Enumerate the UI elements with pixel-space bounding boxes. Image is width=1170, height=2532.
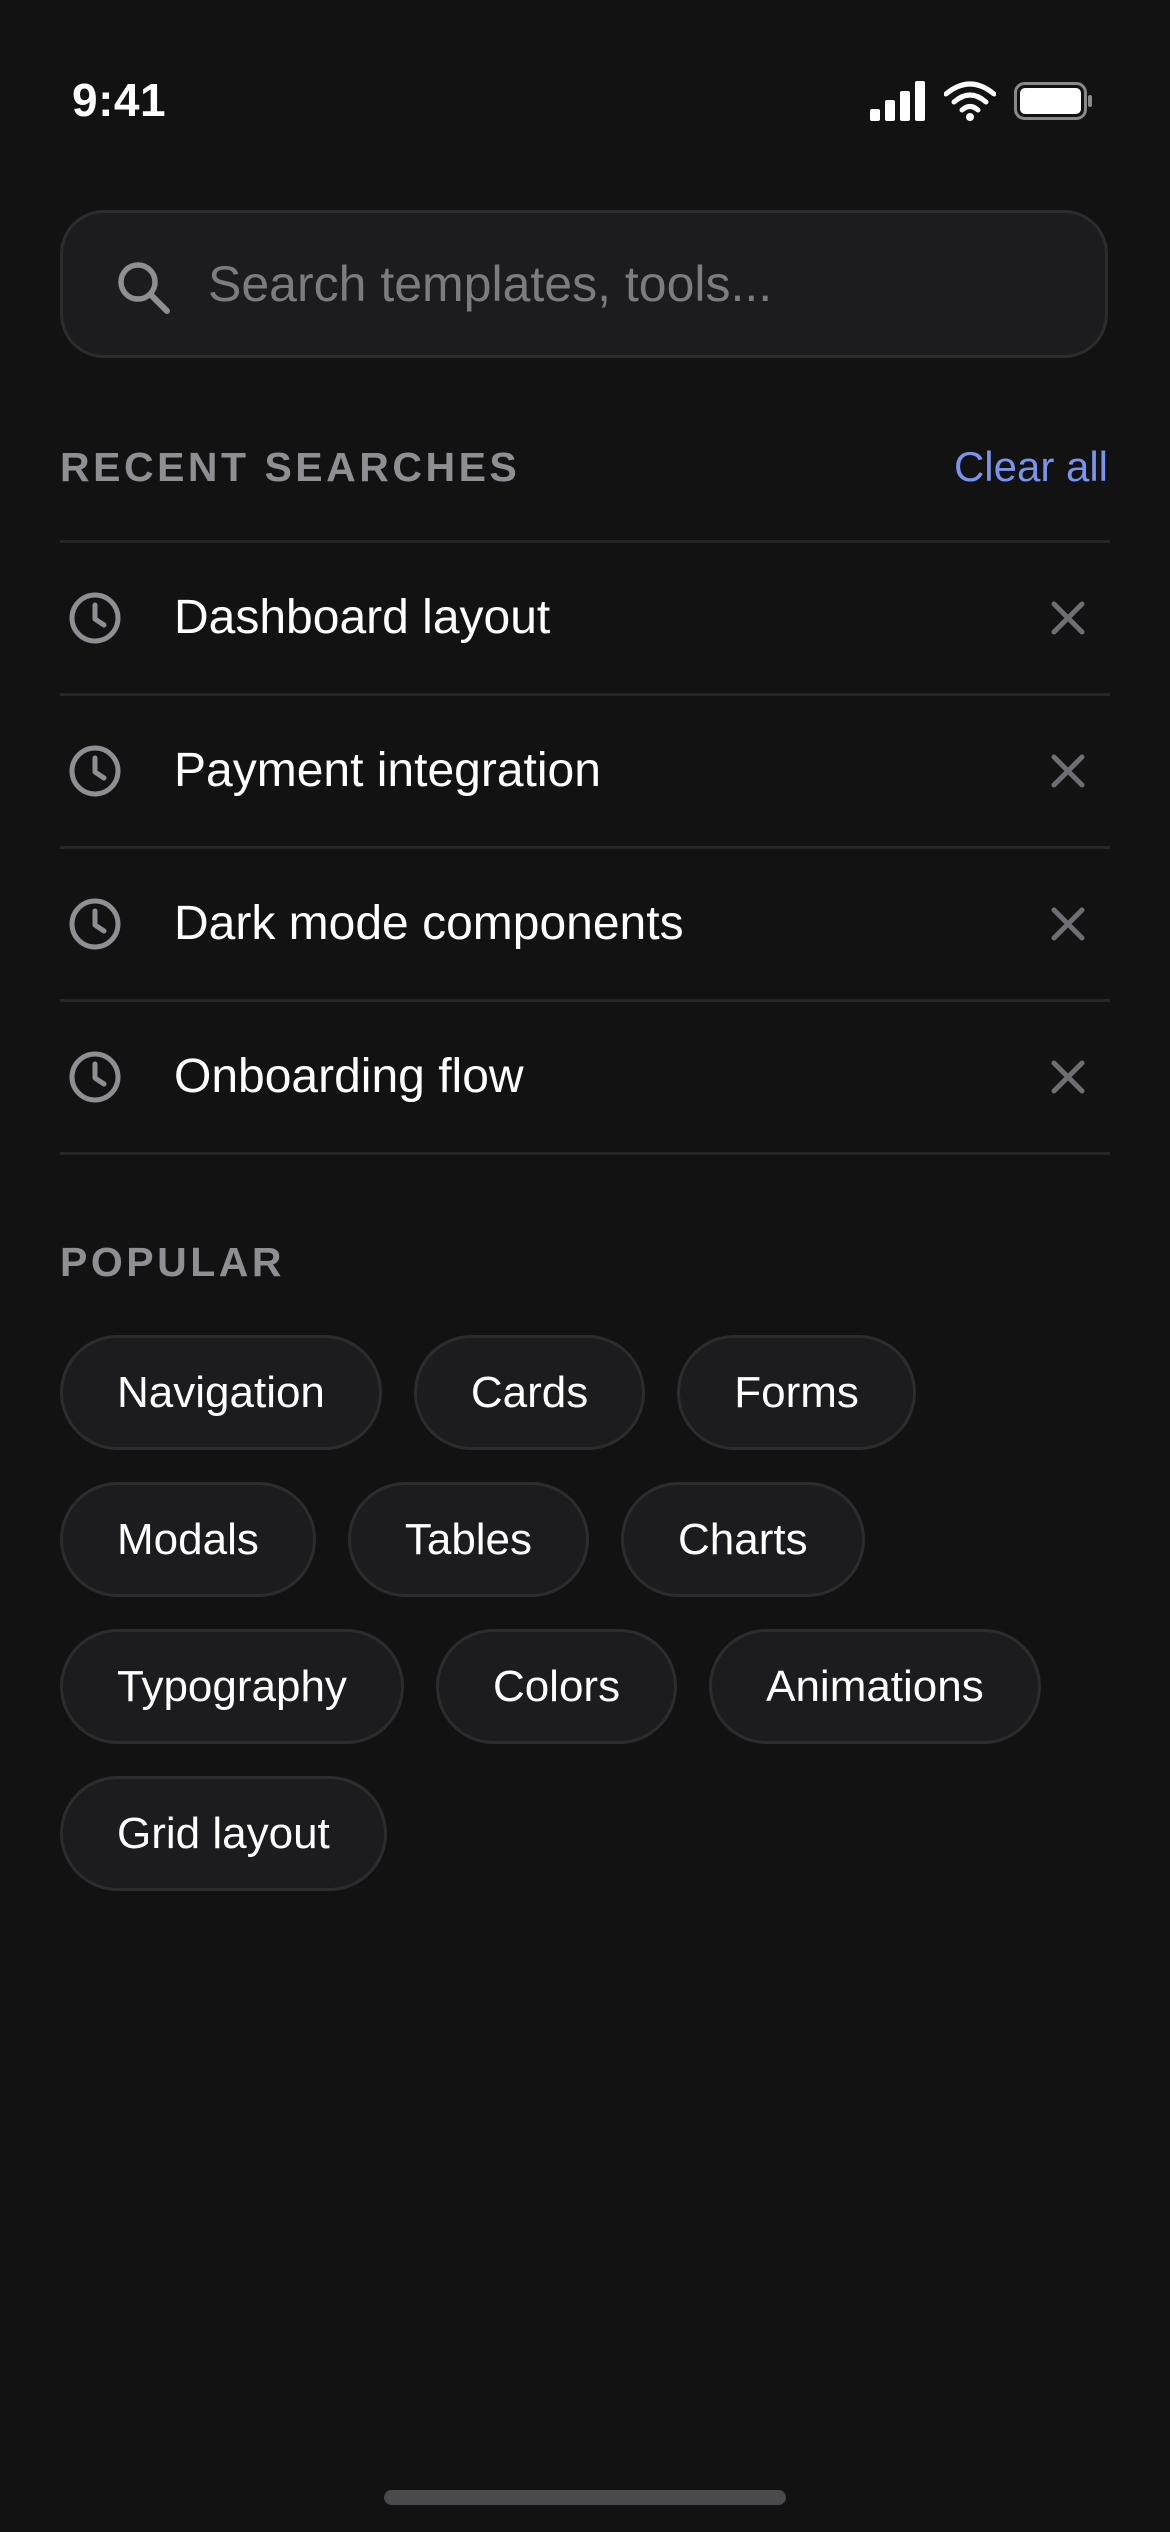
recent-search-item[interactable]: Dashboard layout — [60, 543, 1110, 696]
close-icon[interactable] — [1040, 590, 1096, 646]
search-screen: 9:41 Search templates, tools... RECENT S… — [0, 0, 1170, 2532]
clock-icon — [68, 591, 122, 645]
recent-search-item[interactable]: Payment integration — [60, 696, 1110, 849]
status-time: 9:41 — [72, 74, 167, 126]
recent-search-label: Dashboard layout — [174, 591, 551, 644]
recent-search-item[interactable]: Onboarding flow — [60, 1002, 1110, 1155]
close-icon[interactable] — [1040, 1049, 1096, 1105]
home-indicator[interactable] — [384, 2490, 786, 2505]
recent-search-label: Onboarding flow — [174, 1050, 524, 1103]
search-input[interactable] — [208, 213, 1068, 355]
recent-search-item[interactable]: Dark mode components — [60, 849, 1110, 1002]
tag-chip-forms[interactable]: Forms — [677, 1335, 916, 1450]
wifi-icon — [944, 81, 996, 121]
recent-search-label: Payment integration — [174, 744, 601, 797]
tag-chip-typography[interactable]: Typography — [60, 1629, 404, 1744]
search-icon — [115, 259, 171, 315]
clock-icon — [68, 1050, 122, 1104]
recent-search-label: Dark mode components — [174, 897, 684, 950]
clock-icon — [68, 744, 122, 798]
tag-chip-tables[interactable]: Tables — [347, 1482, 590, 1597]
recent-searches-list: Dashboard layout Payment integration Dar… — [60, 540, 1110, 1155]
status-icons — [870, 76, 1094, 126]
tag-chip-navigation[interactable]: Navigation — [60, 1335, 382, 1450]
battery-icon — [1014, 81, 1094, 121]
cellular-signal-icon — [870, 81, 926, 121]
search-bar[interactable] — [60, 210, 1108, 358]
chip-row: Typography Colors Animations — [60, 1629, 1110, 1744]
clock-icon — [68, 897, 122, 951]
tag-chip-cards[interactable]: Cards — [413, 1335, 646, 1450]
popular-tags: Navigation Cards Forms Modals Tables Cha… — [60, 1335, 1110, 1923]
tag-chip-charts[interactable]: Charts — [621, 1482, 865, 1597]
tag-chip-colors[interactable]: Colors — [435, 1629, 678, 1744]
clear-all-link[interactable]: Clear all — [954, 442, 1108, 492]
chip-row: Navigation Cards Forms — [60, 1335, 1110, 1450]
tag-chip-modals[interactable]: Modals — [60, 1482, 316, 1597]
tag-chip-animations[interactable]: Animations — [709, 1629, 1041, 1744]
chip-row: Modals Tables Charts — [60, 1482, 1110, 1597]
popular-title: POPULAR — [60, 1239, 285, 1285]
tag-chip-grid-layout[interactable]: Grid layout — [60, 1776, 387, 1891]
chip-row: Grid layout — [60, 1776, 1110, 1891]
status-bar: 9:41 — [0, 0, 1170, 200]
recent-searches-title: RECENT SEARCHES — [60, 444, 521, 490]
close-icon[interactable] — [1040, 896, 1096, 952]
close-icon[interactable] — [1040, 743, 1096, 799]
